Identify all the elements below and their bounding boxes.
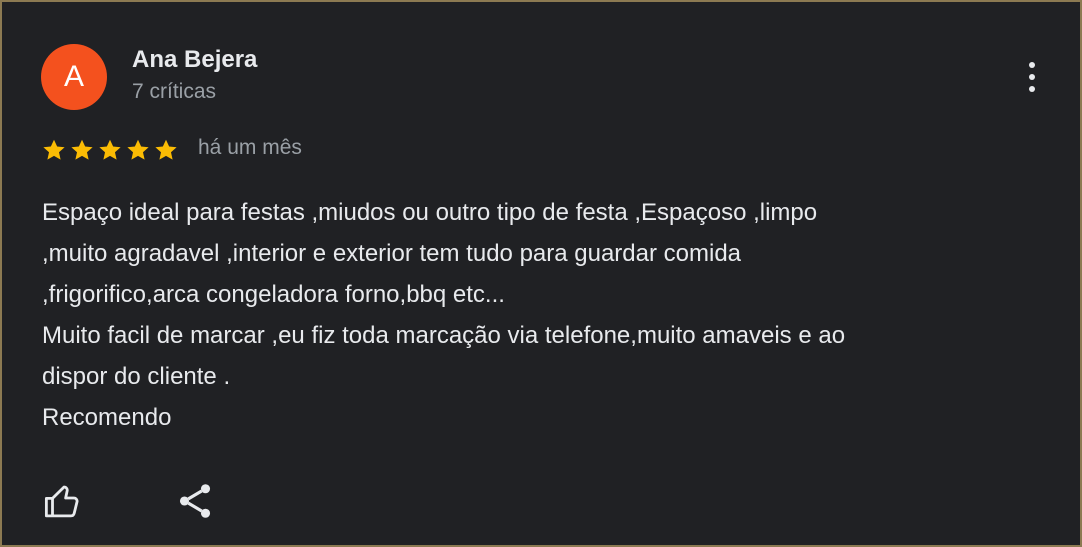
star-rating [41,137,179,163]
more-vert-icon[interactable] [1016,56,1048,98]
star-icon [71,139,93,160]
review-text-line: dispor do cliente . [42,363,231,390]
star-icon [43,139,65,160]
like-button[interactable] [42,480,84,522]
avatar[interactable]: A [41,44,107,110]
star-icon [99,139,121,160]
share-icon [179,484,211,518]
review-count[interactable]: 7 críticas [132,80,216,104]
review-text: Espaço ideal para festas ,miudos ou outr… [42,192,1052,438]
review-card: A Ana Bejera 7 críticas há um mês Espaço… [0,0,1082,547]
star-icon [127,139,149,160]
reviewer-name[interactable]: Ana Bejera [132,46,257,74]
share-button[interactable] [174,480,216,522]
review-text-line: Recomendo [42,404,172,431]
review-date: há um mês [198,136,302,159]
review-text-line: Espaço ideal para festas ,miudos ou outr… [42,199,818,226]
review-text-line: Muito facil de marcar ,eu fiz toda marca… [42,322,846,349]
star-icon [155,139,177,160]
thumbs-up-icon [44,485,79,518]
review-text-line: ,frigorifico,arca congeladora forno,bbq … [42,281,505,308]
review-text-line: ,muito agradavel ,interior e exterior te… [42,240,742,267]
